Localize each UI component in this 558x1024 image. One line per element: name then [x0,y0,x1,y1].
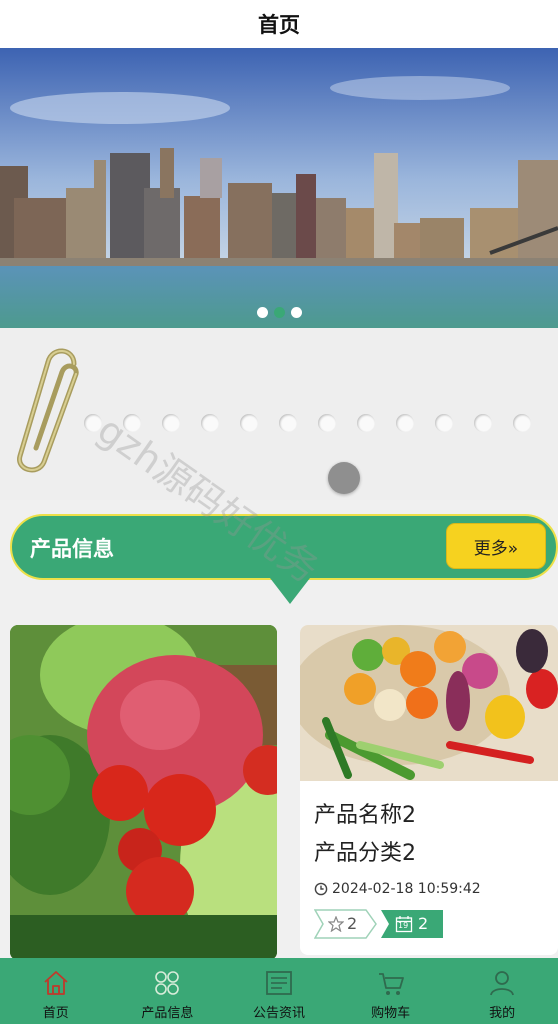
tab-home[interactable]: 首页 [0,958,112,1024]
likes-count: 2 [347,914,358,933]
carousel-dot-active[interactable] [273,307,285,318]
product-image [10,625,277,960]
product-time-text: 2024-02-18 10:59:42 [332,881,481,897]
tab-label: 产品信息 [141,1006,194,1021]
paperclip-icon [17,348,79,473]
tab-news[interactable]: 公告资讯 [223,958,335,1024]
product-card[interactable]: 产品名称2 产品分类2 2024-02-18 10:59:42 2 19 2 [300,625,558,955]
calendar-icon-label: 19 [398,921,409,930]
product-name: 产品名称2 [314,803,416,828]
calendar-count: 2 [418,914,429,933]
tab-cart[interactable]: 购物车 [335,958,447,1024]
product-time: 2024-02-18 10:59:42 [314,881,544,897]
tab-label: 公告资讯 [252,1006,305,1021]
home-icon [44,971,68,995]
user-icon [490,971,515,996]
more-button[interactable]: 更多» [446,523,546,569]
banner-image [0,48,558,328]
page-title: 首页 [258,13,300,37]
tab-profile[interactable]: 我的 [446,958,558,1024]
carousel-indicators [0,307,558,318]
tab-label: 首页 [42,1006,69,1021]
product-badges: 2 19 2 [314,909,544,939]
section-title: 产品信息 [30,537,114,561]
binder-holes [84,414,531,432]
banner-carousel[interactable] [0,48,558,328]
product-section-header: 产品信息 更多» [10,514,558,580]
calendar-badge[interactable]: 19 2 [380,909,444,939]
clock-icon [314,882,328,896]
product-category: 产品分类2 [314,841,416,866]
grid-icon [155,971,180,995]
news-icon [266,971,292,995]
product-image [300,625,558,781]
tab-label: 购物车 [371,1006,411,1021]
title-bar: 首页 [0,0,558,48]
carousel-dot[interactable] [290,307,302,318]
tab-products[interactable]: 产品信息 [112,958,224,1024]
carousel-dot[interactable] [256,307,268,318]
tab-label: 我的 [489,1006,516,1021]
likes-badge[interactable]: 2 [314,909,378,939]
section-pointer [270,578,310,604]
cart-icon [378,973,404,995]
notice-knob [328,462,360,494]
home-page: 首页 产品信息 更多» 产品名称2 产品分类2 2024-02-18 10:59… [0,0,558,1024]
star-icon [328,916,344,932]
product-card[interactable] [10,625,277,960]
bottom-tab-bar: 首页 产品信息 公告资讯 购物车 我的 [0,958,558,1024]
